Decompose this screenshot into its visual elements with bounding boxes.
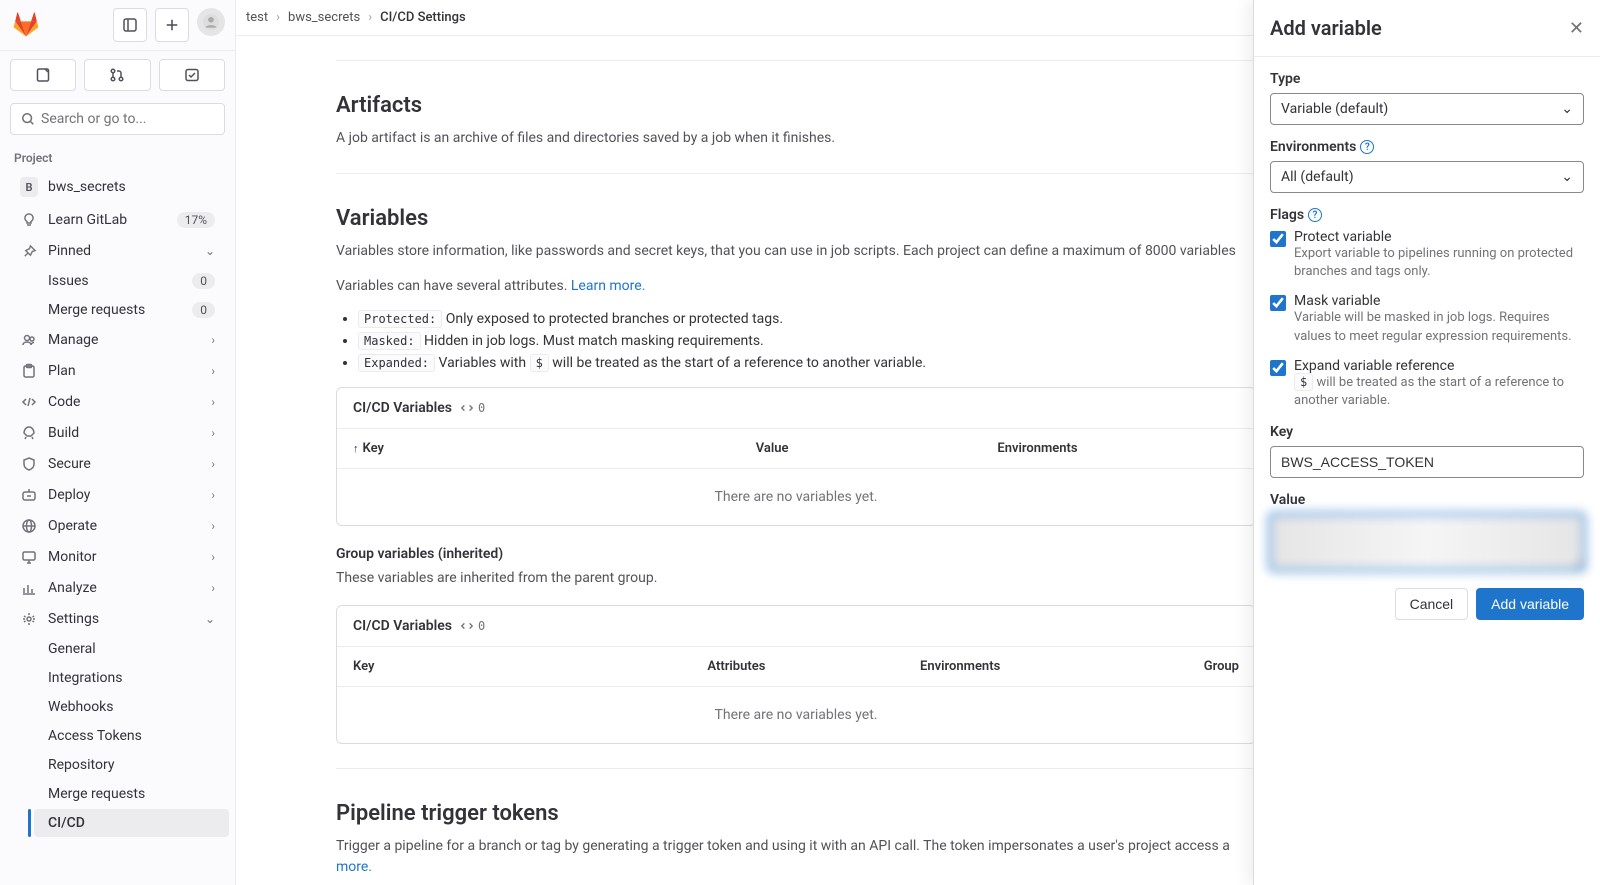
group-variables-title: Group variables (inherited) (336, 546, 1256, 562)
project-link[interactable]: B bws_secrets (6, 170, 229, 204)
settings-merge-requests[interactable]: Merge requests (34, 780, 229, 808)
sidebar-item-secure[interactable]: Secure› (6, 449, 229, 479)
code-icon (20, 394, 38, 410)
globe-icon (20, 518, 38, 534)
drawer-title: Add variable (1270, 16, 1382, 40)
sidebar-item-monitor[interactable]: Monitor› (6, 542, 229, 572)
search-icon (21, 112, 35, 126)
environments-select[interactable]: All (default) ⌄ (1270, 161, 1584, 193)
empty-state: There are no variables yet. (337, 469, 1255, 525)
expand-variable-checkbox[interactable] (1270, 360, 1286, 376)
chevron-down-icon: ⌄ (205, 612, 215, 626)
add-variable-button[interactable]: Add variable (1476, 588, 1584, 620)
group-variables-card: CI/CD Variables 0 Key Attributes Environ… (336, 605, 1256, 744)
artifacts-desc: A job artifact is an archive of files an… (336, 128, 1256, 149)
deploy-icon (20, 487, 38, 503)
project-section-label: Project (0, 143, 235, 169)
help-icon[interactable]: ? (1360, 140, 1374, 154)
shield-icon (20, 456, 38, 472)
type-label: Type (1270, 71, 1584, 87)
sidebar-item-merge-requests[interactable]: Merge requests 0 (34, 296, 229, 324)
main-content: test › bws_secrets › CI/CD Settings Arti… (236, 0, 1600, 885)
code-icon (460, 619, 474, 633)
value-input[interactable]: ████████████████████████████ (1270, 514, 1584, 570)
settings-webhooks[interactable]: Webhooks (34, 693, 229, 721)
help-icon[interactable]: ? (1308, 208, 1322, 222)
chart-icon (20, 580, 38, 596)
breadcrumb-item[interactable]: CI/CD Settings (380, 10, 466, 25)
check-icon[interactable] (159, 59, 225, 91)
monitor-icon (20, 549, 38, 565)
protect-variable-checkbox[interactable] (1270, 231, 1286, 247)
search-input[interactable]: Search or go to... (10, 103, 225, 135)
sidebar-item-operate[interactable]: Operate› (6, 511, 229, 541)
sidebar-toggle-icon[interactable] (113, 8, 147, 42)
learn-more-link[interactable]: Learn more. (571, 278, 646, 294)
chevron-right-icon: › (211, 333, 215, 347)
sidebar-item-analyze[interactable]: Analyze› (6, 573, 229, 603)
sidebar-item-deploy[interactable]: Deploy› (6, 480, 229, 510)
chevron-down-icon: ⌄ (1561, 169, 1573, 185)
merge-request-icon[interactable] (84, 59, 150, 91)
project-avatar: B (20, 177, 38, 197)
sidebar-item-issues[interactable]: Issues 0 (34, 267, 229, 295)
sidebar-item-learn-gitlab[interactable]: Learn GitLab 17% (6, 205, 229, 235)
gitlab-logo[interactable] (10, 9, 42, 41)
close-icon[interactable]: ✕ (1569, 18, 1584, 39)
type-select[interactable]: Variable (default) ⌄ (1270, 93, 1584, 125)
artifacts-title: Artifacts (336, 93, 1256, 118)
sidebar-item-code[interactable]: Code› (6, 387, 229, 417)
table-header: Key Attributes Environments Group (337, 647, 1255, 687)
table-header: ↑Key Value Environments (337, 429, 1255, 469)
sidebar-item-pinned[interactable]: Pinned ⌄ (6, 236, 229, 266)
sidebar-item-plan[interactable]: Plan› (6, 356, 229, 386)
settings-repository[interactable]: Repository (34, 751, 229, 779)
sidebar-item-settings[interactable]: Settings⌄ (6, 604, 229, 634)
more-link[interactable]: more. (336, 859, 372, 875)
add-variable-drawer: Add variable ✕ Type Variable (default) ⌄… (1253, 0, 1600, 885)
value-label: Value (1270, 492, 1584, 508)
list-item: Expanded: Variables with $ will be treat… (358, 355, 1256, 371)
rocket-icon (20, 425, 38, 441)
key-input[interactable] (1270, 446, 1584, 478)
sidebar-item-build[interactable]: Build› (6, 418, 229, 448)
breadcrumb-item[interactable]: test (246, 10, 268, 25)
cicd-variables-card: CI/CD Variables 0 ↑Key Value Environment… (336, 387, 1256, 526)
bulb-icon (20, 212, 38, 228)
flags-label: Flags (1270, 207, 1304, 223)
search-placeholder: Search or go to... (41, 111, 147, 127)
variables-desc: Variables store information, like passwo… (336, 241, 1256, 262)
settings-access-tokens[interactable]: Access Tokens (34, 722, 229, 750)
users-icon (20, 332, 38, 348)
code-icon (460, 401, 474, 415)
mask-variable-checkbox[interactable] (1270, 295, 1286, 311)
empty-state: There are no variables yet. (337, 687, 1255, 743)
plus-icon[interactable] (155, 8, 189, 42)
settings-general[interactable]: General (34, 635, 229, 663)
user-avatar[interactable] (197, 8, 225, 36)
sidebar-item-manage[interactable]: Manage› (6, 325, 229, 355)
pin-icon (20, 244, 38, 259)
variables-title: Variables (336, 206, 1256, 231)
key-label: Key (1270, 424, 1584, 440)
todo-icon[interactable] (10, 59, 76, 91)
sort-asc-icon[interactable]: ↑ (353, 442, 359, 455)
breadcrumb-item[interactable]: bws_secrets (288, 10, 360, 25)
list-item: Protected: Only exposed to protected bra… (358, 311, 1256, 327)
chevron-down-icon: ⌄ (1561, 101, 1573, 117)
clipboard-icon (20, 363, 38, 379)
sidebar: Search or go to... Project B bws_secrets… (0, 0, 236, 885)
environments-label: Environments (1270, 139, 1356, 155)
gear-icon (20, 611, 38, 627)
chevron-down-icon: ⌄ (205, 244, 215, 258)
list-item: Masked: Hidden in job logs. Must match m… (358, 333, 1256, 349)
settings-integrations[interactable]: Integrations (34, 664, 229, 692)
trigger-tokens-title: Pipeline trigger tokens (336, 801, 1256, 826)
settings-cicd[interactable]: CI/CD (34, 809, 229, 837)
cancel-button[interactable]: Cancel (1395, 588, 1469, 620)
